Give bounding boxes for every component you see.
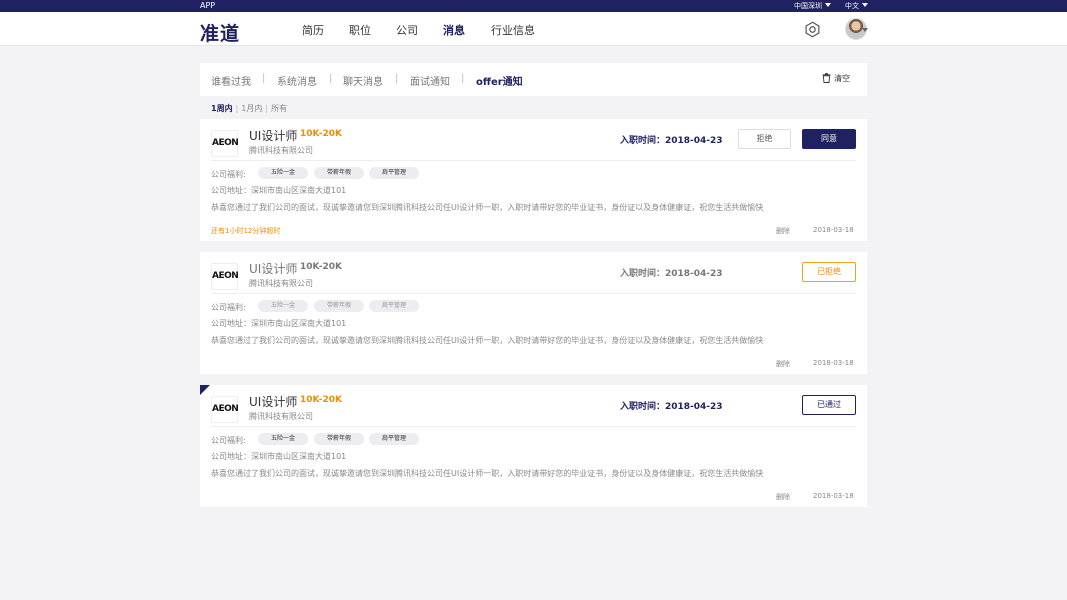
offer-message: 恭喜您通过了我们公司的面试，现诚挚邀请您到深圳腾讯科技公司任UI设计师一职，入职… bbox=[211, 469, 764, 478]
time-filter: 1周内 | 1月内 | 所有 bbox=[211, 103, 287, 114]
benefit-label: 公司福利: bbox=[211, 170, 246, 179]
company-logo: AEON bbox=[211, 263, 239, 290]
passed-status: 已通过 bbox=[802, 395, 856, 415]
delete-button[interactable]: 删除 bbox=[776, 359, 790, 369]
entry-time: 入职时间：2018-04-23 bbox=[620, 136, 723, 146]
filter-all[interactable]: 所有 bbox=[271, 104, 287, 113]
salary: 10K-20K bbox=[300, 395, 342, 405]
language-label: 中文 bbox=[845, 2, 859, 10]
filter-1-week[interactable]: 1周内 bbox=[211, 104, 233, 113]
chevron-down-icon[interactable] bbox=[862, 28, 868, 32]
message-tabs: 谁看过我 | 系统消息 | 聊天消息 | 面试通知 | offer通知 清空 bbox=[200, 63, 867, 96]
delete-button[interactable]: 删除 bbox=[776, 492, 790, 502]
chevron-down-icon bbox=[862, 3, 868, 7]
offer-card: AEON UI设计师 10K-20K 腾讯科技有限公司 入职时间：2018-04… bbox=[200, 385, 867, 507]
salary: 10K-20K bbox=[300, 129, 342, 139]
nav-messages[interactable]: 消息 bbox=[443, 22, 465, 38]
offer-card: AEON UI设计师 10K-20K 腾讯科技有限公司 入职时间：2018-04… bbox=[200, 119, 867, 241]
settings-icon[interactable] bbox=[804, 21, 821, 38]
benefit-tag: 五险一金 bbox=[258, 433, 308, 445]
entry-time: 入职时间：2018-04-23 bbox=[620, 269, 723, 279]
offer-card: AEON UI设计师 10K-20K 腾讯科技有限公司 入职时间：2018-04… bbox=[200, 252, 867, 374]
company-logo: AEON bbox=[211, 396, 239, 423]
nav-company[interactable]: 公司 bbox=[396, 22, 418, 38]
benefit-tag: 带薪年假 bbox=[314, 167, 364, 179]
company-logo: AEON bbox=[211, 130, 239, 157]
tab-interview-notice[interactable]: 面试通知 bbox=[410, 73, 450, 88]
top-bar: APP 中国深圳 中文 bbox=[0, 0, 1067, 12]
main-header: 准道 简历 职位 公司 消息 行业信息 bbox=[0, 12, 1067, 46]
message-date: 2018-03-18 bbox=[813, 492, 854, 500]
benefit-tag: 五险一金 bbox=[258, 167, 308, 179]
tab-chat-messages[interactable]: 聊天消息 bbox=[343, 73, 383, 88]
divider bbox=[211, 160, 856, 161]
benefit-tag: 肩平管理 bbox=[369, 300, 419, 312]
benefit-label: 公司福利: bbox=[211, 436, 246, 445]
message-date: 2018-03-18 bbox=[813, 359, 854, 367]
company-address: 公司地址：深圳市南山区深南大道101 bbox=[211, 319, 347, 328]
tab-offer-notice[interactable]: offer通知 bbox=[476, 73, 523, 88]
company-name[interactable]: 腾讯科技有限公司 bbox=[249, 278, 313, 289]
offer-message: 恭喜您通过了我们公司的面试，现诚挚邀请您到深圳腾讯科技公司任UI设计师一职，入职… bbox=[211, 336, 764, 345]
job-title[interactable]: UI设计师 bbox=[249, 393, 297, 410]
tab-separator: | bbox=[329, 73, 333, 84]
reject-button[interactable]: 拒绝 bbox=[738, 129, 791, 149]
job-title[interactable]: UI设计师 bbox=[249, 260, 297, 277]
language-selector[interactable]: 中文 bbox=[845, 0, 868, 12]
tab-separator: | bbox=[262, 73, 266, 84]
unread-corner-marker bbox=[200, 385, 210, 395]
benefit-tag: 五险一金 bbox=[258, 300, 308, 312]
job-title[interactable]: UI设计师 bbox=[249, 127, 297, 144]
nav-industry-info[interactable]: 行业信息 bbox=[491, 22, 535, 38]
benefit-tag: 肩平管理 bbox=[369, 433, 419, 445]
rejected-status: 已拒绝 bbox=[802, 262, 856, 282]
benefit-tag: 带薪年假 bbox=[314, 300, 364, 312]
message-date: 2018-03-18 bbox=[813, 226, 854, 234]
tab-separator: | bbox=[395, 73, 399, 84]
company-address: 公司地址：深圳市南山区深南大道101 bbox=[211, 452, 347, 461]
remaining-time: 还有1小时12分钟超时 bbox=[211, 227, 281, 235]
chevron-down-icon bbox=[825, 3, 831, 7]
benefit-tag: 带薪年假 bbox=[314, 433, 364, 445]
salary: 10K-20K bbox=[300, 262, 342, 272]
tab-separator: | bbox=[461, 73, 465, 84]
divider bbox=[211, 293, 856, 294]
accept-button[interactable]: 同意 bbox=[802, 129, 856, 149]
company-name[interactable]: 腾讯科技有限公司 bbox=[249, 145, 313, 156]
app-link[interactable]: APP bbox=[200, 0, 215, 12]
company-name[interactable]: 腾讯科技有限公司 bbox=[249, 411, 313, 422]
entry-time: 入职时间：2018-04-23 bbox=[620, 402, 723, 412]
divider bbox=[211, 426, 856, 427]
delete-button[interactable]: 删除 bbox=[776, 226, 790, 236]
clear-button[interactable]: 清空 bbox=[822, 73, 850, 84]
benefit-tag: 肩平管理 bbox=[369, 167, 419, 179]
region-selector[interactable]: 中国深圳 bbox=[794, 0, 831, 12]
site-logo[interactable]: 准道 bbox=[200, 19, 240, 46]
offer-message: 恭喜您通过了我们公司的面试，现诚挚邀请您到深圳腾讯科技公司任UI设计师一职，入职… bbox=[211, 203, 764, 212]
tab-who-viewed-me[interactable]: 谁看过我 bbox=[211, 73, 251, 88]
company-address: 公司地址：深圳市南山区深南大道101 bbox=[211, 186, 347, 195]
region-label: 中国深圳 bbox=[794, 2, 822, 10]
clear-label: 清空 bbox=[834, 74, 850, 83]
nav-resume[interactable]: 简历 bbox=[302, 22, 324, 38]
filter-separator: | bbox=[235, 104, 239, 113]
nav-jobs[interactable]: 职位 bbox=[349, 22, 371, 38]
benefit-label: 公司福利: bbox=[211, 303, 246, 312]
filter-separator: | bbox=[265, 104, 269, 113]
trash-icon bbox=[822, 73, 831, 83]
tab-system-messages[interactable]: 系统消息 bbox=[277, 73, 317, 88]
filter-1-month[interactable]: 1月内 bbox=[241, 104, 262, 113]
